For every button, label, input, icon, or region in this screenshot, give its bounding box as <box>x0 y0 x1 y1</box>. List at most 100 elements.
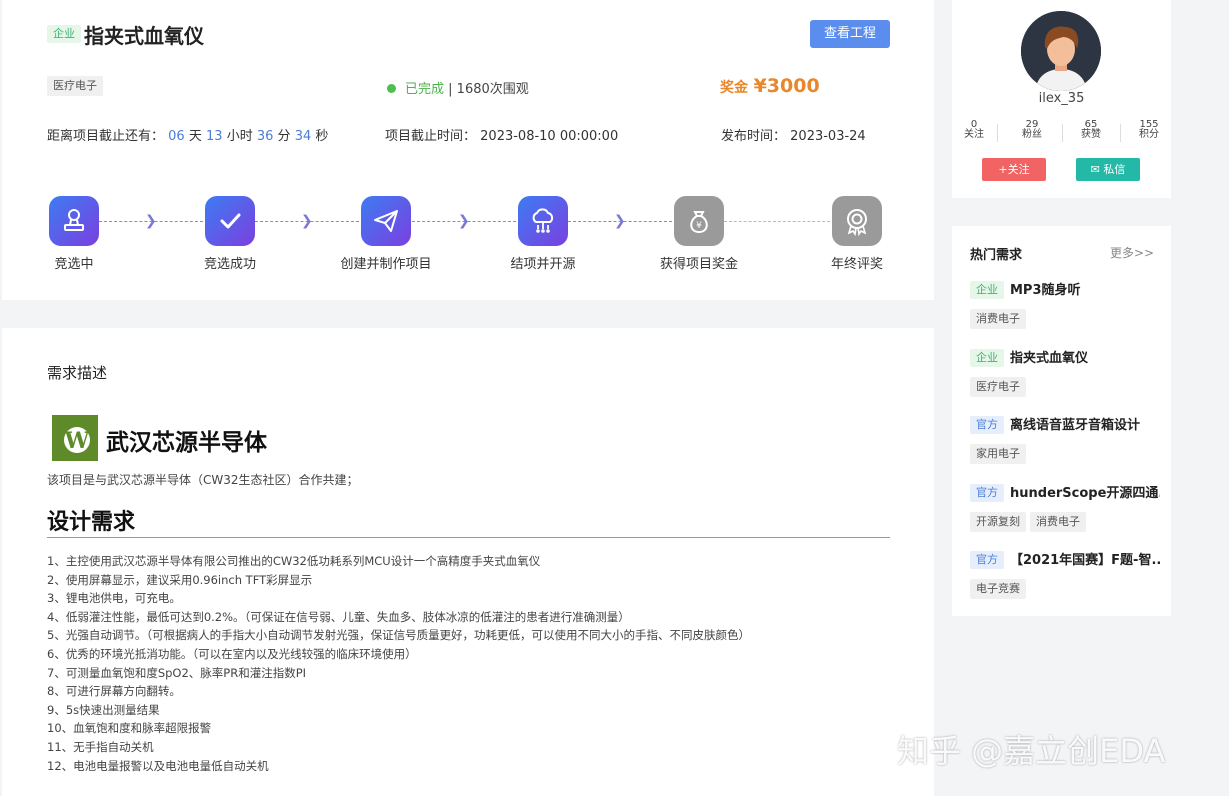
requirement-item: 5、光强自动调节。（可根据病人的手指大小自动调节发射光强，保证信号质量更好，功耗… <box>47 628 751 643</box>
hot-item[interactable]: 企业 MP3随身听 消费电子 <box>970 278 1160 329</box>
step-label: 竞选成功 <box>203 257 256 272</box>
official-badge: 官方 <box>970 551 1004 569</box>
chevron-right-icon: ❯ <box>301 213 313 229</box>
hot-item-name[interactable]: 离线语音蓝牙音箱设计 <box>1010 418 1140 433</box>
stat-label: 积分 <box>1139 129 1159 140</box>
seconds-unit: 秒 <box>315 129 329 144</box>
hot-item-name[interactable]: 指夹式血氧仪 <box>1010 351 1088 366</box>
money-bag-icon: ¥ <box>674 196 724 246</box>
step-label: 年终评奖 <box>830 257 883 272</box>
view-count: | 1680次围观 <box>448 82 529 97</box>
profile-panel: ilex_35 0 关注 29 粉丝 65 获赞 155 积分 +关注 ✉ 私信 <box>952 0 1171 198</box>
step-selected: 竞选成功 <box>170 196 290 272</box>
deadline-label: 项目截止时间： <box>385 129 477 144</box>
countdown-days: 06 <box>168 129 185 144</box>
countdown-minutes: 36 <box>256 129 274 144</box>
official-badge: 官方 <box>970 484 1004 502</box>
description-heading: 需求描述 <box>47 364 108 382</box>
requirement-item: 10、血氧饱和度和脉率超限报警 <box>47 721 212 736</box>
requirement-item: 8、可进行屏幕方向翻转。 <box>47 684 181 699</box>
divider <box>997 124 998 142</box>
stat-label: 获赞 <box>1081 129 1101 140</box>
description-panel: 需求描述 W 武汉芯源半导体 该项目是与武汉芯源半导体（CW32生态社区）合作共… <box>2 328 934 796</box>
deadline: 项目截止时间： 2023-08-10 00:00:00 <box>385 125 618 144</box>
svg-text:W: W <box>64 428 90 454</box>
follow-button[interactable]: +关注 <box>982 158 1046 181</box>
hot-requests-title: 热门需求 <box>970 248 1023 263</box>
step-prize: ¥ 获得项目奖金 <box>639 196 759 272</box>
divider <box>1120 124 1121 142</box>
stat-points[interactable]: 155 积分 <box>1124 120 1174 140</box>
status-dot-icon <box>387 84 396 93</box>
countdown-seconds: 34 <box>294 129 312 144</box>
step-label: 竞选中 <box>54 257 94 272</box>
countdown-label: 距离项目截止还有： <box>47 129 165 144</box>
status-text: 已完成 <box>405 82 445 97</box>
cooperation-text: 该项目是与武汉芯源半导体（CW32生态社区）合作共建； <box>47 473 359 487</box>
prize: 奖金 ¥3000 <box>720 75 820 97</box>
requirement-item: 9、5s快速出测量结果 <box>47 702 160 717</box>
hot-item[interactable]: 企业 指夹式血氧仪 医疗电子 <box>970 346 1160 397</box>
category-tag[interactable]: 消费电子 <box>1030 512 1086 532</box>
hot-requests-panel: 热门需求 更多>> 企业 MP3随身听 消费电子 企业 指夹式血氧仪 医疗电子 官方… <box>952 226 1171 616</box>
requirement-item: 2、使用屏幕显示，建议采用0.96inch TFT彩屏显示 <box>47 572 313 587</box>
category-tag[interactable]: 家用电子 <box>970 444 1026 464</box>
view-project-button[interactable]: 查看工程 <box>810 20 890 48</box>
stamp-icon <box>49 196 99 246</box>
requirement-item: 12、电池电量报警以及电池电量低自动关机 <box>47 758 269 773</box>
hot-item-name[interactable]: 【2021年国赛】F题-智... <box>1010 553 1160 568</box>
chevron-right-icon: ❯ <box>458 213 470 229</box>
stat-followers[interactable]: 29 粉丝 <box>1007 120 1057 140</box>
enterprise-badge: 企业 <box>970 349 1004 367</box>
enterprise-badge: 企业 <box>47 25 81 43</box>
hours-unit: 小时 <box>226 129 253 144</box>
requirement-item: 3、锂电池供电，可充电。 <box>47 591 181 606</box>
requirement-item: 7、可测量血氧饱和度SpO2、脉率PR和灌注指数PI <box>47 665 307 680</box>
svg-text:¥: ¥ <box>696 221 702 231</box>
hot-item[interactable]: 官方 hunderScope开源四通... 开源复刻 消费电子 <box>970 481 1160 532</box>
hot-item[interactable]: 官方 【2021年国赛】F题-智... 电子竞赛 <box>970 548 1160 599</box>
category-tag[interactable]: 医疗电子 <box>47 76 103 96</box>
step-label: 创建并制作项目 <box>340 257 432 272</box>
step-open-source: 结项并开源 <box>483 196 603 272</box>
project-title: 指夹式血氧仪 <box>84 24 204 48</box>
stat-label: 关注 <box>964 129 984 140</box>
company-name: 武汉芯源半导体 <box>106 430 267 456</box>
stat-label: 粉丝 <box>1022 129 1042 140</box>
days-unit: 天 <box>188 129 202 144</box>
minutes-unit: 分 <box>277 129 291 144</box>
divider <box>47 537 890 538</box>
countdown-hours: 13 <box>206 129 223 144</box>
more-link[interactable]: 更多>> <box>1110 244 1154 261</box>
hot-item-name[interactable]: MP3随身听 <box>1010 283 1081 298</box>
hot-item-name[interactable]: hunderScope开源四通... <box>1010 486 1160 501</box>
requirement-item: 11、无手指自动关机 <box>47 739 154 754</box>
countdown: 距离项目截止还有： 06 天 13 小时 36 分 34 秒 <box>47 125 328 144</box>
cloud-share-icon <box>518 196 568 246</box>
hot-item[interactable]: 官方 离线语音蓝牙音箱设计 家用电子 <box>970 413 1160 464</box>
award-medal-icon <box>832 196 882 246</box>
message-button[interactable]: ✉ 私信 <box>1076 158 1140 181</box>
requirement-item: 1、主控使用武汉芯源半导体有限公司推出的CW32低功耗系列MCU设计一个高精度手… <box>47 554 541 568</box>
category-tag[interactable]: 电子竞赛 <box>970 579 1026 599</box>
project-status: 已完成 | 1680次围观 <box>387 78 529 97</box>
category-tag[interactable]: 开源复刻 <box>970 512 1026 532</box>
requirements-list: 1、主控使用武汉芯源半导体有限公司推出的CW32低功耗系列MCU设计一个高精度手… <box>47 552 750 775</box>
deadline-value: 2023-08-10 00:00:00 <box>480 129 619 144</box>
stat-following[interactable]: 0 关注 <box>949 120 999 140</box>
step-label: 获得项目奖金 <box>659 257 738 272</box>
username[interactable]: ilex_35 <box>952 91 1171 106</box>
category-tag[interactable]: 消费电子 <box>970 309 1026 329</box>
step-build: 创建并制作项目 <box>326 196 446 272</box>
check-icon <box>205 196 255 246</box>
publish-label: 发布时间： <box>721 129 787 144</box>
stat-likes[interactable]: 65 获赞 <box>1066 120 1116 140</box>
project-header-panel: 企业 指夹式血氧仪 查看工程 医疗电子 已完成 | 1680次围观 奖金 ¥30… <box>2 0 934 300</box>
avatar[interactable] <box>1021 11 1101 91</box>
category-tag[interactable]: 医疗电子 <box>970 377 1026 397</box>
paper-plane-icon <box>361 196 411 246</box>
prize-label: 奖金 <box>720 80 748 96</box>
prize-amount: ¥3000 <box>753 75 820 97</box>
requirement-item: 4、低弱灌注性能，最低可达到0.2%。（可保证在信号弱、儿童、失血多、肢体冰凉的… <box>47 609 630 624</box>
publish-date: 发布时间： 2023-03-24 <box>721 125 866 144</box>
